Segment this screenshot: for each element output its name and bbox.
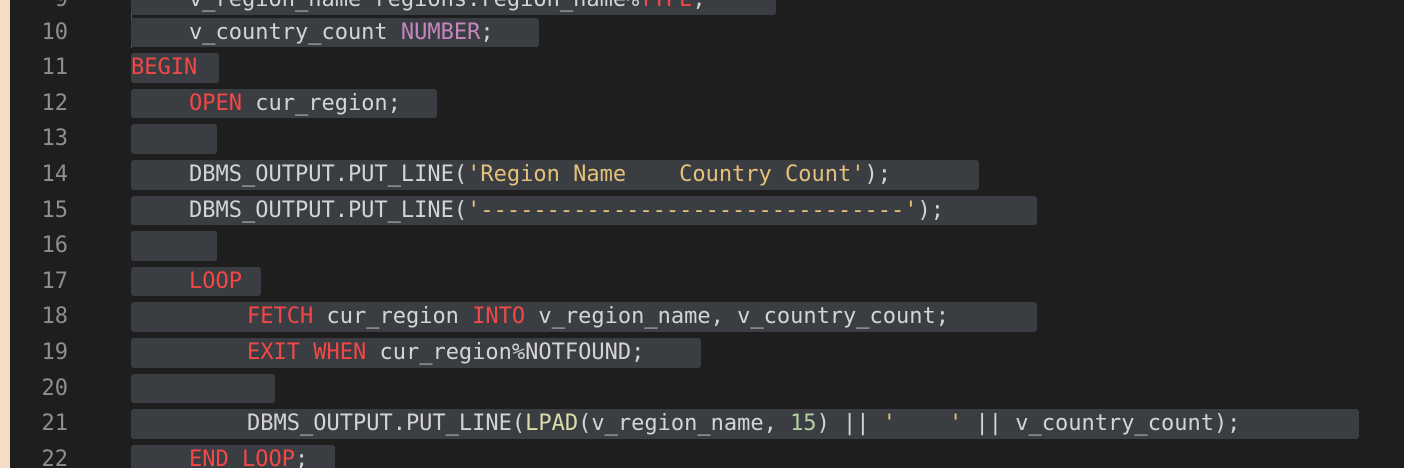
line-number: 16	[41, 233, 69, 259]
line-number: 14	[41, 162, 69, 187]
line-number: 20	[41, 375, 69, 401]
line-number: 15	[41, 197, 69, 223]
code-text: FETCH cur_region INTO v_region_name, v_c…	[247, 304, 950, 330]
line-number: 19	[41, 340, 69, 365]
line-number: 21	[41, 411, 69, 437]
line-number: 12	[41, 90, 69, 116]
code-line[interactable]: 13	[0, 121, 1404, 157]
code-line[interactable]: 19 EXIT WHEN cur_region%NOTFOUND;	[0, 335, 1404, 371]
code-line[interactable]: 22 END LOOP;	[0, 442, 1404, 468]
code-text: v_country_count NUMBER;	[189, 19, 494, 45]
line-number: 17	[41, 268, 69, 294]
selection-highlight	[131, 373, 275, 404]
code-line[interactable]: 18 FETCH cur_region INTO v_region_name, …	[0, 299, 1404, 335]
code-text: END LOOP;	[189, 446, 309, 468]
code-line[interactable]: 21 DBMS_OUTPUT.PUT_LINE(LPAD(v_region_na…	[0, 406, 1404, 442]
line-number: 11	[41, 55, 69, 81]
code-text: DBMS_OUTPUT.PUT_LINE('Region Name Countr…	[189, 162, 892, 187]
selection-highlight	[131, 124, 217, 154]
line-number: 22	[41, 446, 69, 468]
line-number: 18	[41, 304, 69, 330]
code-text: DBMS_OUTPUT.PUT_LINE(LPAD(v_region_name,…	[247, 411, 1241, 437]
code-text: OPEN cur_region;	[189, 90, 401, 116]
code-text: EXIT WHEN cur_region%NOTFOUND;	[247, 340, 645, 365]
code-line[interactable]: 17 LOOP	[0, 264, 1404, 300]
code-text: DBMS_OUTPUT.PUT_LINE('------------------…	[189, 197, 944, 223]
line-number: 13	[41, 126, 69, 152]
code-text: BEGIN	[131, 55, 198, 81]
code-line[interactable]: 10 v_country_count NUMBER;	[0, 15, 1404, 51]
code-editor[interactable]: 9 v_region_name regions.region_name%TYPE…	[0, 0, 1404, 468]
code-line[interactable]: 16	[0, 228, 1404, 264]
code-text: LOOP	[189, 268, 242, 294]
selection-highlight	[131, 231, 217, 261]
code-line[interactable]: 14 DBMS_OUTPUT.PUT_LINE('Region Name Cou…	[0, 157, 1404, 193]
code-line[interactable]: 20	[0, 371, 1404, 407]
code-line[interactable]: 12 OPEN cur_region;	[0, 86, 1404, 122]
code-line[interactable]: 11 BEGIN	[0, 50, 1404, 86]
code-line[interactable]: 15 DBMS_OUTPUT.PUT_LINE('---------------…	[0, 193, 1404, 229]
line-number: 10	[41, 19, 69, 45]
